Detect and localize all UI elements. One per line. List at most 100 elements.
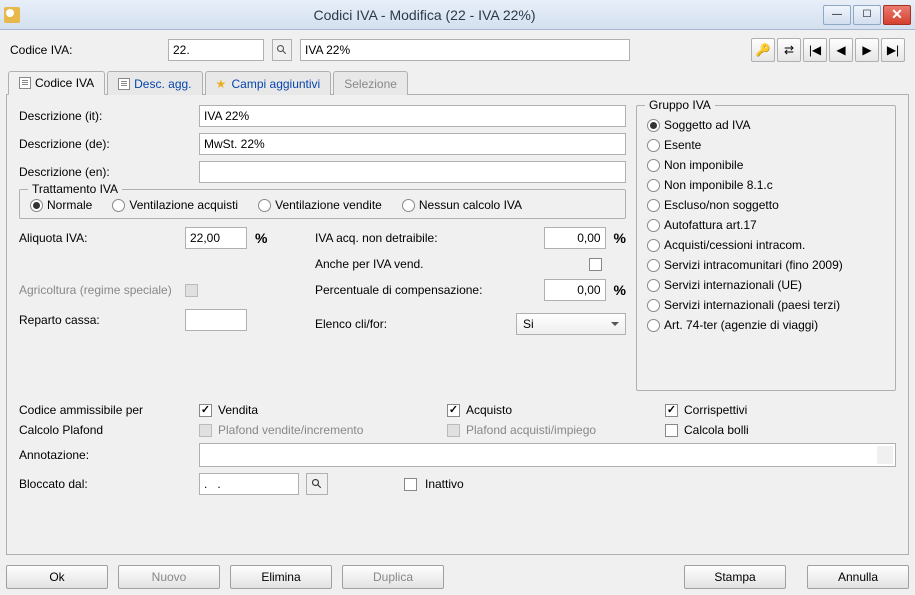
desc-it-input[interactable] — [199, 105, 626, 127]
ok-button[interactable]: Ok — [6, 565, 108, 589]
tab-label: Codice IVA — [35, 76, 94, 90]
tab-selezione: Selezione — [333, 71, 408, 95]
next-icon: ▶ — [862, 43, 871, 57]
radio-icon — [30, 199, 43, 212]
stampa-button[interactable]: Stampa — [684, 565, 786, 589]
tab-desc-agg[interactable]: Desc. agg. — [107, 71, 202, 95]
radio-icon — [647, 139, 660, 152]
bloccato-label: Bloccato dal: — [19, 477, 191, 491]
maximize-button[interactable]: ☐ — [853, 5, 881, 25]
nav-next-button[interactable]: ▶ — [855, 38, 879, 62]
bloccato-search-button[interactable] — [306, 473, 328, 495]
codice-iva-code-input[interactable] — [168, 39, 264, 61]
radio-icon — [258, 199, 271, 212]
perc-comp-label: Percentuale di compensazione: — [315, 283, 538, 297]
nav-last-button[interactable]: ▶| — [881, 38, 905, 62]
nav-first-button[interactable]: |◀ — [803, 38, 827, 62]
perc-comp-input[interactable] — [544, 279, 606, 301]
gruppo-radio-serv-terzi[interactable]: Servizi internazionali (paesi terzi) — [647, 298, 885, 312]
bloccato-date-input[interactable] — [199, 473, 299, 495]
calcola-bolli-checkbox[interactable] — [665, 424, 678, 437]
tratt-radio-normale[interactable]: Normale — [30, 198, 92, 212]
gruppo-radio-soggetto[interactable]: Soggetto ad IVA — [647, 118, 885, 132]
reparto-input[interactable] — [185, 309, 247, 331]
minimize-button[interactable]: — — [823, 5, 851, 25]
percent-sign: % — [614, 230, 626, 246]
gruppo-radio-art74ter[interactable]: Art. 74-ter (agenzie di viaggi) — [647, 318, 885, 332]
radio-icon — [402, 199, 415, 212]
codice-iva-search-button[interactable] — [272, 39, 292, 61]
desc-it-label: Descrizione (it): — [19, 109, 191, 123]
gruppo-iva-legend: Gruppo IVA — [645, 98, 715, 112]
tratt-radio-nessun[interactable]: Nessun calcolo IVA — [402, 198, 522, 212]
titlebar: Codici IVA - Modifica (22 - IVA 22%) — ☐… — [0, 0, 915, 30]
agric-label: Agricoltura (regime speciale) — [19, 283, 179, 297]
trattamento-legend: Trattamento IVA — [28, 182, 122, 196]
tab-campi-aggiuntivi[interactable]: ★ Campi aggiuntivi — [205, 71, 332, 95]
gruppo-radio-escluso[interactable]: Escluso/non soggetto — [647, 198, 885, 212]
aliquota-input[interactable] — [185, 227, 247, 249]
radio-icon — [647, 279, 660, 292]
desc-en-input[interactable] — [199, 161, 626, 183]
gruppo-radio-non-imp[interactable]: Non imponibile — [647, 158, 885, 172]
gruppo-radio-autofattura[interactable]: Autofattura art.17 — [647, 218, 885, 232]
gruppo-radio-intracom[interactable]: Acquisti/cessioni intracom. — [647, 238, 885, 252]
search-icon — [311, 478, 323, 490]
iva-acq-input[interactable] — [544, 227, 606, 249]
star-icon: ★ — [216, 78, 228, 90]
codice-iva-label: Codice IVA: — [10, 43, 160, 57]
radio-icon — [647, 159, 660, 172]
tab-label: Desc. agg. — [134, 77, 191, 91]
key-icon: 🔑 — [756, 43, 771, 57]
doc-icon — [118, 78, 130, 90]
gruppo-radio-non-imp-81c[interactable]: Non imponibile 8.1.c — [647, 178, 885, 192]
elenco-select[interactable]: Si — [516, 313, 626, 335]
corrispettivi-checkbox[interactable] — [665, 404, 678, 417]
plafond-vendite-checkbox — [199, 424, 212, 437]
trattamento-fieldset: Trattamento IVA Normale Ventilazione acq… — [19, 189, 626, 219]
desc-en-label: Descrizione (en): — [19, 165, 191, 179]
spin-down-icon[interactable]: ▾ — [878, 455, 892, 465]
elimina-button[interactable]: Elimina — [230, 565, 332, 589]
gruppo-radio-serv-intra[interactable]: Servizi intracomunitari (fino 2009) — [647, 258, 885, 272]
radio-icon — [647, 119, 660, 132]
tab-label: Campi aggiuntivi — [232, 77, 321, 91]
codice-iva-desc-input[interactable] — [300, 39, 630, 61]
anche-checkbox[interactable] — [589, 258, 602, 271]
tab-codice-iva[interactable]: Codice IVA — [8, 71, 105, 95]
annulla-button[interactable]: Annulla — [807, 565, 909, 589]
link-icon: ⇄ — [784, 43, 794, 57]
tratt-radio-vent-vend[interactable]: Ventilazione vendite — [258, 198, 382, 212]
reparto-label: Reparto cassa: — [19, 313, 179, 327]
nav-prev-button[interactable]: ◀ — [829, 38, 853, 62]
gruppo-radio-esente[interactable]: Esente — [647, 138, 885, 152]
acquisto-checkbox[interactable] — [447, 404, 460, 417]
bottom-button-bar: Ok Nuovo Elimina Duplica Stampa Annulla — [6, 555, 909, 589]
app-icon — [4, 7, 20, 23]
plafond-label: Calcolo Plafond — [19, 423, 191, 437]
last-icon: ▶| — [887, 43, 899, 57]
search-icon — [276, 44, 288, 56]
radio-icon — [647, 259, 660, 272]
tab-strip: Codice IVA Desc. agg. ★ Campi aggiuntivi… — [6, 70, 909, 95]
percent-sign: % — [255, 230, 267, 246]
aliquota-label: Aliquota IVA: — [19, 231, 179, 245]
nuovo-button: Nuovo — [118, 565, 220, 589]
radio-icon — [647, 299, 660, 312]
anche-label: Anche per IVA vend. — [315, 257, 583, 271]
toolbar-link-button[interactable]: ⇄ — [777, 38, 801, 62]
desc-de-input[interactable] — [199, 133, 626, 155]
elenco-label: Elenco cli/for: — [315, 317, 510, 331]
prev-icon: ◀ — [836, 43, 845, 57]
gruppo-radio-serv-ue[interactable]: Servizi internazionali (UE) — [647, 278, 885, 292]
spin-up-icon[interactable]: ▴ — [878, 445, 892, 455]
close-button[interactable]: ✕ — [883, 5, 911, 25]
toolbar-key-button[interactable]: 🔑 — [751, 38, 775, 62]
radio-icon — [647, 239, 660, 252]
inattivo-checkbox[interactable] — [404, 478, 417, 491]
tratt-radio-vent-acq[interactable]: Ventilazione acquisti — [112, 198, 238, 212]
header-row: Codice IVA: 🔑 ⇄ |◀ ◀ ▶ ▶| — [6, 36, 909, 70]
vendita-checkbox[interactable] — [199, 404, 212, 417]
duplica-button: Duplica — [342, 565, 444, 589]
annotazione-input[interactable]: ▴▾ — [199, 443, 896, 467]
